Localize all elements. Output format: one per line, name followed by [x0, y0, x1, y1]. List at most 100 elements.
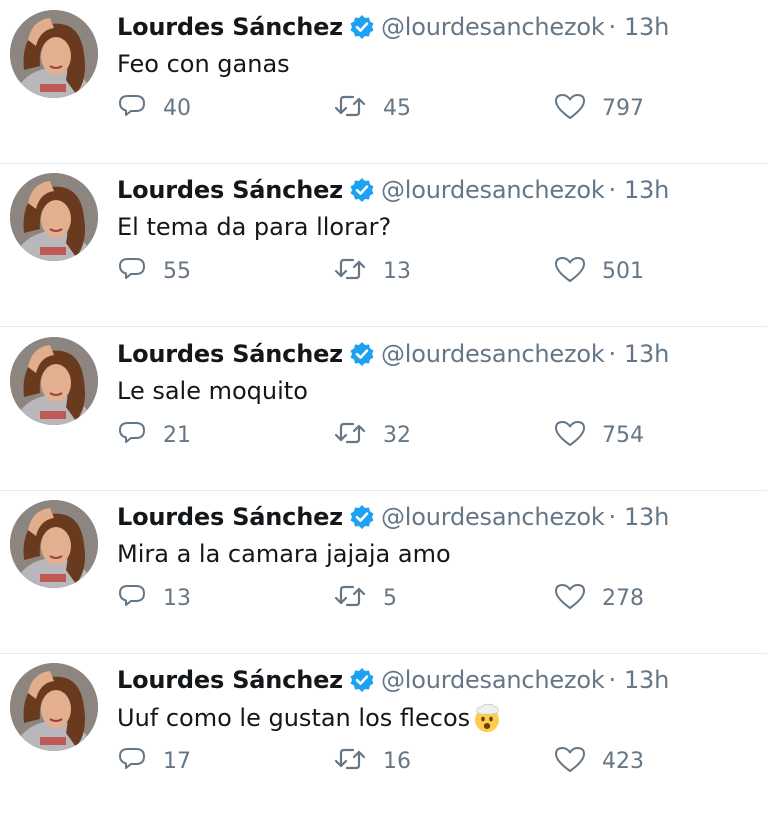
- tweet-text: Le sale moquito: [117, 377, 308, 405]
- like-count: 278: [602, 585, 644, 611]
- tweet-header: Lourdes Sánchez @lourdesanchezok · 13h: [117, 10, 669, 44]
- display-name[interactable]: Lourdes Sánchez: [117, 666, 343, 694]
- tweet-text: El tema da para llorar?: [117, 213, 391, 241]
- heart-icon: [554, 744, 586, 778]
- tweet-header: Lourdes Sánchez @lourdesanchezok · 13h: [117, 173, 669, 207]
- tweet-text-content: El tema da para llorar?: [117, 213, 392, 241]
- retweet-count: 16: [383, 748, 411, 774]
- heart-icon: [554, 91, 586, 125]
- timestamp[interactable]: 13h: [624, 13, 669, 41]
- user-handle[interactable]: @lourdesanchezok: [381, 176, 605, 204]
- display-name[interactable]: Lourdes Sánchez: [117, 13, 343, 41]
- like-button[interactable]: 754: [554, 417, 644, 453]
- reply-count: 17: [163, 748, 191, 774]
- tweet[interactable]: Lourdes Sánchez @lourdesanchezok · 13h L…: [0, 327, 767, 491]
- tweet[interactable]: Lourdes Sánchez @lourdesanchezok · 13h F…: [0, 0, 767, 164]
- heart-icon: [554, 418, 586, 452]
- separator-dot: ·: [608, 13, 617, 41]
- separator-dot: ·: [608, 503, 617, 531]
- retweet-button[interactable]: 16: [333, 743, 411, 779]
- tweet-actions: 40 45 797: [117, 90, 717, 126]
- tweet-text-content: Feo con ganas: [117, 50, 290, 78]
- reply-count: 40: [163, 95, 191, 121]
- tweet-text-content: Mira a la camara jajaja amo: [117, 540, 451, 568]
- like-button[interactable]: 501: [554, 253, 644, 289]
- like-count: 754: [602, 422, 644, 448]
- avatar[interactable]: [10, 10, 98, 98]
- separator-dot: ·: [608, 176, 617, 204]
- user-handle[interactable]: @lourdesanchezok: [381, 503, 605, 531]
- heart-icon: [554, 581, 586, 615]
- reply-count: 55: [163, 258, 191, 284]
- reply-icon: [117, 744, 147, 778]
- verified-badge-icon: [349, 667, 375, 693]
- reply-icon: [117, 254, 147, 288]
- verified-badge-icon: [349, 504, 375, 530]
- tweet-header: Lourdes Sánchez @lourdesanchezok · 13h: [117, 663, 669, 697]
- like-button[interactable]: 423: [554, 743, 644, 779]
- tweet-text-content: Le sale moquito: [117, 377, 308, 405]
- display-name[interactable]: Lourdes Sánchez: [117, 176, 343, 204]
- user-handle[interactable]: @lourdesanchezok: [381, 340, 605, 368]
- reply-button[interactable]: 17: [117, 743, 191, 779]
- exploding-head-emoji-icon: [472, 703, 502, 733]
- avatar[interactable]: [10, 663, 98, 751]
- tweet-text: Feo con ganas: [117, 50, 290, 78]
- tweet-actions: 55 13 501: [117, 253, 717, 289]
- verified-badge-icon: [349, 177, 375, 203]
- timestamp[interactable]: 13h: [624, 503, 669, 531]
- user-handle[interactable]: @lourdesanchezok: [381, 13, 605, 41]
- retweet-count: 5: [383, 585, 397, 611]
- tweet[interactable]: Lourdes Sánchez @lourdesanchezok · 13h E…: [0, 163, 767, 327]
- avatar[interactable]: [10, 500, 98, 588]
- tweet[interactable]: Lourdes Sánchez @lourdesanchezok · 13h U…: [0, 653, 767, 817]
- like-count: 797: [602, 95, 644, 121]
- verified-badge-icon: [349, 14, 375, 40]
- reply-icon: [117, 418, 147, 452]
- tweet-text: Mira a la camara jajaja amo: [117, 540, 451, 568]
- reply-count: 21: [163, 422, 191, 448]
- tweet-actions: 21 32 754: [117, 417, 717, 453]
- retweet-count: 13: [383, 258, 411, 284]
- tweet-feed: Lourdes Sánchez @lourdesanchezok · 13h F…: [0, 0, 767, 806]
- tweet[interactable]: Lourdes Sánchez @lourdesanchezok · 13h M…: [0, 490, 767, 654]
- retweet-icon: [333, 91, 367, 125]
- avatar[interactable]: [10, 173, 98, 261]
- timestamp[interactable]: 13h: [624, 176, 669, 204]
- tweet-text-content: Uuf como le gustan los flecos: [117, 704, 471, 732]
- verified-badge-icon: [349, 341, 375, 367]
- tweet-actions: 13 5 278: [117, 580, 717, 616]
- display-name[interactable]: Lourdes Sánchez: [117, 503, 343, 531]
- separator-dot: ·: [608, 340, 617, 368]
- tweet-actions: 17 16 423: [117, 743, 717, 779]
- reply-button[interactable]: 13: [117, 580, 191, 616]
- timestamp[interactable]: 13h: [624, 340, 669, 368]
- timestamp[interactable]: 13h: [624, 666, 669, 694]
- display-name[interactable]: Lourdes Sánchez: [117, 340, 343, 368]
- retweet-button[interactable]: 45: [333, 90, 411, 126]
- retweet-icon: [333, 254, 367, 288]
- like-count: 423: [602, 748, 644, 774]
- like-count: 501: [602, 258, 644, 284]
- avatar[interactable]: [10, 337, 98, 425]
- retweet-icon: [333, 581, 367, 615]
- tweet-header: Lourdes Sánchez @lourdesanchezok · 13h: [117, 500, 669, 534]
- tweet-text: Uuf como le gustan los flecos: [117, 703, 502, 733]
- reply-button[interactable]: 21: [117, 417, 191, 453]
- reply-icon: [117, 91, 147, 125]
- like-button[interactable]: 278: [554, 580, 644, 616]
- retweet-button[interactable]: 32: [333, 417, 411, 453]
- retweet-button[interactable]: 13: [333, 253, 411, 289]
- reply-count: 13: [163, 585, 191, 611]
- reply-button[interactable]: 55: [117, 253, 191, 289]
- retweet-icon: [333, 418, 367, 452]
- reply-button[interactable]: 40: [117, 90, 191, 126]
- tweet-header: Lourdes Sánchez @lourdesanchezok · 13h: [117, 337, 669, 371]
- retweet-count: 45: [383, 95, 411, 121]
- heart-icon: [554, 254, 586, 288]
- reply-icon: [117, 581, 147, 615]
- retweet-count: 32: [383, 422, 411, 448]
- like-button[interactable]: 797: [554, 90, 644, 126]
- user-handle[interactable]: @lourdesanchezok: [381, 666, 605, 694]
- retweet-button[interactable]: 5: [333, 580, 397, 616]
